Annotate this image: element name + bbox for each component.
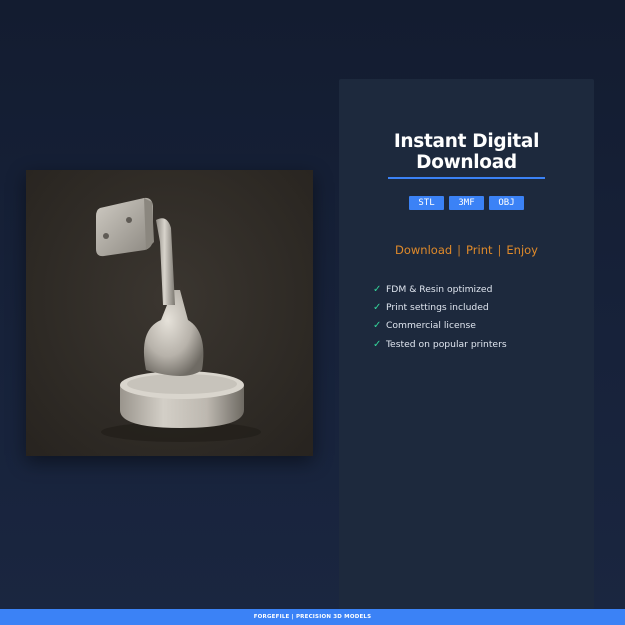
check-icon: ✓: [373, 283, 382, 295]
format-badge-3mf: 3MF: [449, 196, 484, 210]
tagline-print: Print: [466, 243, 493, 257]
tagline: Download | Print | Enjoy: [339, 243, 594, 257]
check-icon: ✓: [373, 338, 382, 350]
info-card: Instant Digital Download STL 3MF OBJ Dow…: [339, 79, 594, 610]
check-icon: ✓: [373, 301, 382, 313]
feature-item: ✓ Print settings included: [373, 298, 507, 316]
feature-label: Commercial license: [386, 320, 476, 332]
tagline-separator: |: [497, 243, 502, 257]
format-badge-obj: OBJ: [489, 196, 524, 210]
footer-bar: FORGEFILE | PRECISION 3D MODELS: [0, 609, 625, 625]
title-divider: [388, 177, 545, 179]
tagline-download: Download: [395, 243, 453, 257]
feature-item: ✓ FDM & Resin optimized: [373, 280, 507, 298]
product-image: [26, 170, 313, 456]
feature-label: Print settings included: [386, 301, 489, 313]
model-render: [96, 197, 261, 442]
footer-text: FORGEFILE | PRECISION 3D MODELS: [253, 614, 372, 620]
title-line-2: Download: [416, 152, 517, 173]
feature-label: FDM & Resin optimized: [386, 283, 493, 295]
format-badge-stl: STL: [409, 196, 444, 210]
feature-list: ✓ FDM & Resin optimized ✓ Print settings…: [373, 280, 507, 353]
title-line-1: Instant Digital: [393, 131, 540, 152]
feature-item: ✓ Tested on popular printers: [373, 335, 507, 353]
feature-label: Tested on popular printers: [386, 338, 507, 350]
feature-item: ✓ Commercial license: [373, 317, 507, 335]
check-icon: ✓: [373, 320, 382, 332]
tagline-separator: |: [457, 243, 462, 257]
tagline-enjoy: Enjoy: [506, 243, 538, 257]
card-title: Instant Digital Download: [339, 131, 594, 173]
format-badges: STL 3MF OBJ: [339, 196, 594, 210]
